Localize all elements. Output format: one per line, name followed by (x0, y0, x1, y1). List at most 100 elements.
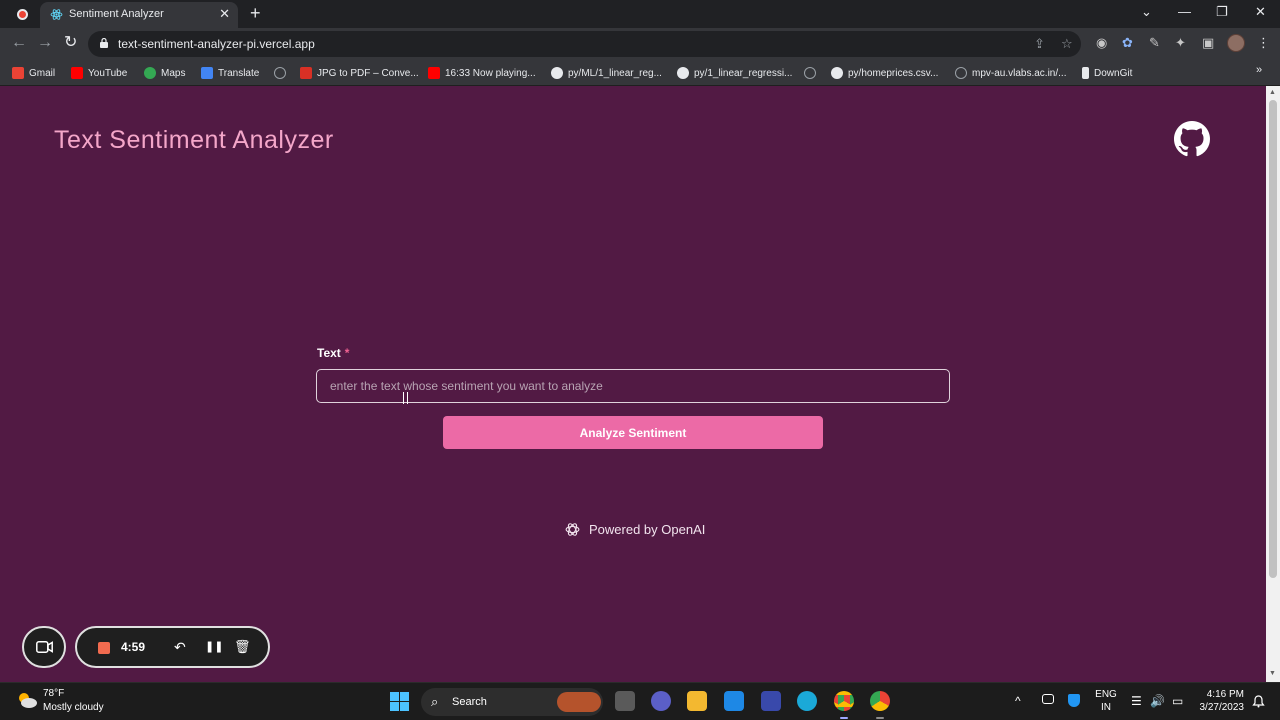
openai-icon (565, 523, 580, 536)
minimize-button[interactable]: — (1178, 4, 1191, 20)
bookmark-now-playing[interactable]: 16:33 Now playing... (428, 65, 536, 81)
recording-indicator-icon (17, 9, 28, 20)
github-icon (551, 67, 563, 79)
maps-icon (144, 67, 156, 79)
weather-temperature: 78°F (43, 688, 65, 699)
task-view-icon[interactable] (615, 691, 635, 711)
more-bookmarks-icon[interactable]: » (1256, 64, 1262, 76)
recorder-camera-button[interactable] (22, 626, 66, 668)
teams-chat-icon[interactable] (651, 691, 671, 711)
recorder-controls: 4:59 ↶ ❚❚ 🗑 (75, 626, 270, 668)
bookmark-linear-reg-2[interactable]: py/1_linear_regressi... (677, 65, 792, 81)
extension-1-icon[interactable]: ◉ (1096, 35, 1107, 51)
page-viewport: Text Sentiment Analyzer Text* Analyze Se… (0, 86, 1280, 682)
search-icon: ⌕ (431, 694, 439, 709)
gmail-icon (12, 67, 24, 79)
extension-3-icon[interactable]: ✎ (1149, 35, 1160, 51)
extension-2-icon[interactable]: ✿ (1122, 35, 1133, 51)
mail-icon[interactable] (724, 691, 744, 711)
scroll-thumb[interactable] (1269, 100, 1277, 578)
bookmark-homeprices[interactable]: py/homeprices.csv... (831, 65, 938, 81)
new-tab-button[interactable]: + (250, 3, 261, 23)
youtube-icon (71, 67, 83, 79)
scroll-up-icon[interactable]: ▲ (1269, 89, 1276, 96)
globe-icon (804, 67, 816, 79)
browser-tab-active[interactable]: Sentiment Analyzer ✕ (40, 2, 238, 28)
powered-by-footer[interactable]: Powered by OpenAI (564, 521, 705, 538)
bookmark-globe-1[interactable] (274, 65, 286, 81)
windows-start-icon[interactable] (390, 692, 409, 711)
recording-timer: 4:59 (121, 640, 146, 654)
undo-icon[interactable]: ↶ (174, 638, 186, 656)
globe-icon (955, 67, 967, 79)
text-field-label: Text * (317, 346, 350, 360)
page-scrollbar[interactable]: ▲ ▼ (1266, 86, 1280, 682)
visual-studio-icon[interactable] (761, 691, 781, 711)
weather-description: Mostly cloudy (43, 702, 104, 713)
bookmark-linear-reg-1[interactable]: py/ML/1_linear_reg... (551, 65, 662, 81)
chrome-menu-icon[interactable]: ⋮ (1257, 35, 1270, 51)
edge-browser-icon[interactable] (797, 691, 817, 711)
running-app-indicator (876, 717, 884, 719)
video-camera-icon (36, 641, 53, 653)
bookmark-globe-2[interactable] (804, 65, 816, 81)
security-shield-icon[interactable] (1068, 694, 1080, 707)
volume-icon[interactable]: 🔊 (1150, 694, 1165, 708)
profile-avatar[interactable] (1227, 34, 1245, 52)
tab-strip: Sentiment Analyzer ✕ + ⌄ — ❐ ✕ (0, 0, 1280, 28)
file-explorer-icon[interactable] (687, 691, 707, 711)
taskbar-search[interactable]: ⌕ Search (421, 688, 603, 716)
github-icon (831, 67, 843, 79)
windows-taskbar: 78°F Mostly cloudy ⌕ Search ^ ENG IN ☰ 🔊… (0, 682, 1280, 720)
tray-overflow-icon[interactable]: ^ (1015, 694, 1021, 708)
side-panel-icon[interactable]: ▣ (1202, 35, 1214, 51)
stop-recording-button[interactable] (98, 642, 110, 654)
bookmark-jpg-to-pdf[interactable]: JPG to PDF – Conve... (300, 65, 419, 81)
cloudy-weather-icon[interactable] (16, 691, 38, 709)
reload-button[interactable]: ↻ (64, 34, 77, 52)
sentiment-text-input[interactable] (316, 369, 950, 403)
page-title: Text Sentiment Analyzer (54, 126, 334, 154)
chrome-taskbar-icon[interactable] (834, 691, 854, 711)
close-window-button[interactable]: ✕ (1255, 4, 1266, 20)
text-cursor-icon (403, 392, 408, 404)
onedrive-icon[interactable] (1042, 694, 1054, 704)
maximize-button[interactable]: ❐ (1216, 4, 1228, 20)
bookmark-translate[interactable]: Translate (201, 65, 259, 81)
url-text: text-sentiment-analyzer-pi.vercel.app (118, 37, 315, 51)
globe-icon (274, 67, 286, 79)
required-marker: * (344, 346, 350, 360)
search-highlight-icon (557, 692, 601, 712)
bookmark-gmail[interactable]: Gmail (12, 65, 55, 81)
lock-icon (100, 38, 108, 48)
tab-title: Sentiment Analyzer (69, 8, 164, 20)
back-button[interactable]: ← (11, 34, 27, 52)
bookmark-star-icon[interactable]: ☆ (1061, 36, 1073, 52)
forward-button[interactable]: → (37, 34, 53, 52)
bookmark-downgit[interactable]: DownGit (1082, 65, 1132, 81)
notification-bell-icon[interactable] (1252, 695, 1265, 708)
bookmarks-bar: Gmail YouTube Maps Translate JPG to PDF … (0, 60, 1280, 86)
pause-icon[interactable]: ❚❚ (205, 638, 223, 656)
bookmark-vlabs[interactable]: mpv-au.vlabs.ac.in/... (955, 65, 1066, 81)
translate-icon (201, 67, 213, 79)
address-bar[interactable]: text-sentiment-analyzer-pi.vercel.app ⇪ … (88, 31, 1081, 57)
system-clock[interactable]: 4:16 PM 3/27/2023 (1192, 688, 1245, 714)
bookmark-maps[interactable]: Maps (144, 65, 185, 81)
tab-search-dropdown-icon[interactable]: ⌄ (1141, 4, 1152, 20)
trash-icon[interactable]: 🗑 (234, 638, 251, 656)
download-icon (1082, 67, 1089, 79)
share-icon[interactable]: ⇪ (1034, 36, 1045, 52)
analyze-sentiment-button[interactable]: Analyze Sentiment (443, 416, 823, 449)
bookmark-youtube[interactable]: YouTube (71, 65, 127, 81)
extensions-puzzle-icon[interactable]: ✦ (1175, 35, 1186, 51)
wifi-icon[interactable]: ☰ (1131, 694, 1142, 708)
battery-icon[interactable]: ▭ (1172, 694, 1183, 708)
chrome-taskbar-icon-2[interactable] (870, 691, 890, 711)
scroll-down-icon[interactable]: ▼ (1269, 670, 1276, 677)
tab-close-icon[interactable]: ✕ (219, 6, 230, 22)
react-icon (50, 9, 63, 20)
github-icon[interactable] (1174, 121, 1210, 157)
language-indicator[interactable]: ENG IN (1095, 688, 1117, 714)
youtube-icon (428, 67, 440, 79)
